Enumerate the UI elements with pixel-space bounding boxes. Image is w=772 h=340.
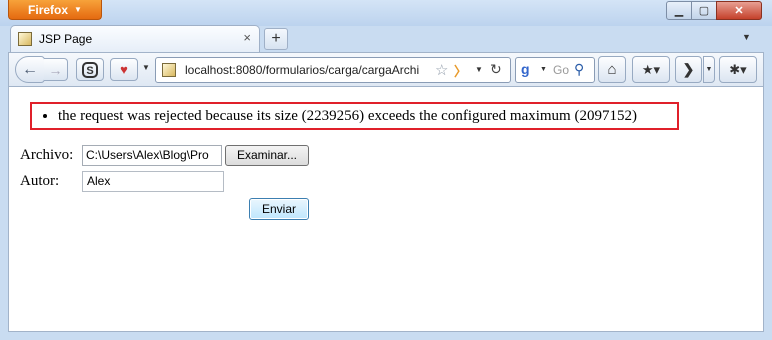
autor-label: Autor: bbox=[20, 173, 60, 189]
minimize-icon: ▁ bbox=[674, 5, 684, 17]
window-bottom-border bbox=[0, 332, 772, 340]
maximize-button[interactable]: ▢ bbox=[691, 1, 717, 20]
more-tools-dropdown-icon[interactable]: ▼ bbox=[703, 56, 715, 83]
forward-arrow-icon: → bbox=[48, 61, 63, 78]
addon-s-button[interactable]: S bbox=[76, 58, 104, 81]
submit-button[interactable]: Enviar bbox=[249, 198, 309, 220]
tab-title: JSP Page bbox=[39, 32, 93, 46]
rss-icon[interactable]: 〉 bbox=[454, 61, 467, 80]
firefox-menu-label: Firefox bbox=[28, 2, 69, 17]
s-addon-icon: S bbox=[82, 61, 98, 78]
site-favicon-icon bbox=[162, 63, 176, 77]
back-button[interactable]: ← bbox=[15, 56, 45, 83]
google-icon[interactable]: g bbox=[521, 61, 539, 79]
search-icon[interactable]: ⚲ bbox=[574, 61, 584, 78]
minimize-button[interactable]: ▁ bbox=[666, 1, 692, 20]
home-button[interactable]: ⌂ bbox=[598, 56, 626, 83]
chevron-right-icon: ❯ bbox=[682, 61, 695, 77]
forward-button[interactable]: → bbox=[44, 58, 68, 81]
more-tools-button[interactable]: ❯ bbox=[675, 56, 702, 83]
close-icon: ✕ bbox=[734, 5, 744, 17]
browse-button[interactable]: Examinar... bbox=[225, 145, 309, 166]
page-content: the request was rejected because its siz… bbox=[8, 86, 764, 332]
back-arrow-icon: ← bbox=[22, 60, 38, 78]
error-list: the request was rejected because its siz… bbox=[32, 108, 637, 125]
bookmarks-button[interactable]: ★▾ bbox=[632, 56, 670, 83]
firefox-menu-button[interactable]: Firefox ▼ bbox=[8, 0, 102, 20]
autor-field[interactable]: Alex bbox=[82, 171, 224, 192]
tab-jsp-page[interactable]: JSP Page × bbox=[10, 25, 260, 52]
home-icon: ⌂ bbox=[607, 61, 617, 78]
maximize-icon: ▢ bbox=[698, 5, 710, 17]
error-message-box: the request was rejected because its siz… bbox=[30, 102, 679, 130]
heart-addon-icon: ♥ bbox=[120, 62, 128, 77]
url-history-dropdown-icon[interactable]: ▼ bbox=[475, 65, 483, 74]
search-box[interactable]: g ▼ Go ⚲ bbox=[515, 57, 595, 83]
firebug-button[interactable]: ✱▾ bbox=[719, 56, 757, 83]
list-all-tabs-icon[interactable]: ▼ bbox=[742, 32, 751, 42]
star-icon[interactable]: ☆ bbox=[435, 61, 448, 79]
tab-close-icon[interactable]: × bbox=[243, 30, 251, 45]
search-placeholder: Go bbox=[553, 63, 570, 77]
addon-button[interactable]: ♥ bbox=[110, 58, 138, 81]
search-engine-dropdown-icon[interactable]: ▼ bbox=[540, 66, 547, 73]
error-item: the request was rejected because its siz… bbox=[58, 108, 637, 125]
addon-dropdown-icon[interactable]: ▼ bbox=[142, 63, 150, 72]
archivo-label: Archivo: bbox=[20, 147, 74, 163]
chevron-down-icon: ▼ bbox=[74, 5, 82, 14]
new-tab-button[interactable]: + bbox=[264, 28, 288, 50]
bookmark-icon: ★▾ bbox=[641, 61, 661, 77]
close-window-button[interactable]: ✕ bbox=[716, 1, 762, 20]
bug-icon: ✱▾ bbox=[729, 61, 747, 77]
page-favicon-icon bbox=[18, 32, 32, 46]
file-path-field[interactable]: C:\Users\Alex\Blog\Pro bbox=[82, 145, 222, 166]
title-bar bbox=[0, 0, 772, 26]
navigation-toolbar: ← → S ♥ ▼ localhost:8080/formularios/car… bbox=[8, 52, 764, 86]
url-bar[interactable]: localhost:8080/formularios/carga/cargaAr… bbox=[155, 57, 511, 83]
url-text[interactable]: localhost:8080/formularios/carga/cargaAr… bbox=[185, 63, 431, 77]
reload-icon[interactable]: ↻ bbox=[490, 61, 502, 78]
